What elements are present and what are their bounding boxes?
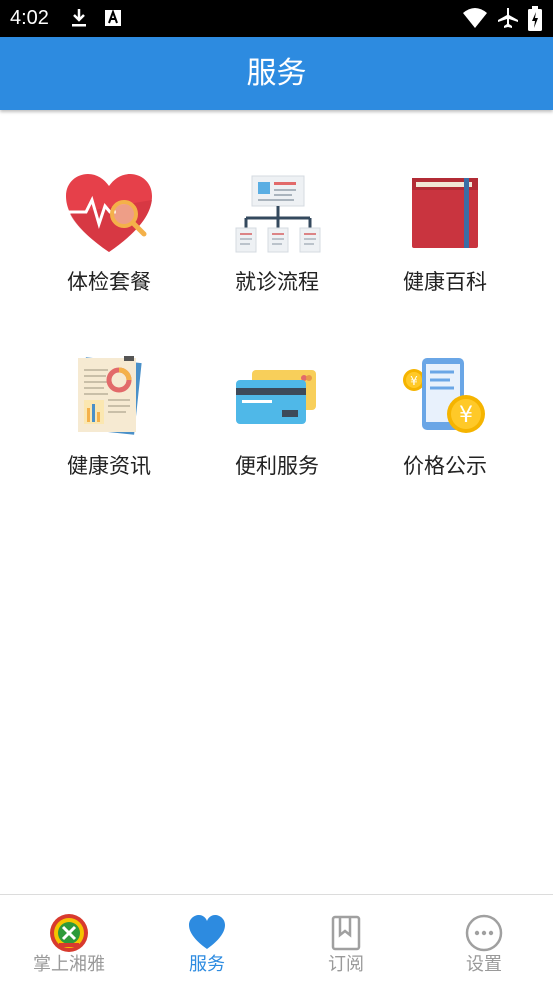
nav-label: 掌上湘雅 — [33, 954, 105, 975]
service-tile-convenience[interactable]: 便利服务 — [192, 354, 362, 504]
service-tile-price-notice[interactable]: ¥ ¥ 价格公示 — [360, 354, 530, 504]
nav-item-settings[interactable]: 设置 — [415, 895, 553, 985]
download-icon — [72, 9, 86, 27]
status-time: 4:02 — [10, 7, 49, 29]
battery-icon — [528, 6, 542, 31]
service-tile-health-news[interactable]: 健康资讯 — [24, 354, 194, 504]
more-dots-icon — [465, 914, 503, 952]
tile-label: 价格公示 — [403, 454, 487, 478]
tile-label: 便利服务 — [235, 454, 319, 478]
tile-label: 体检套餐 — [67, 270, 151, 294]
wifi-icon — [463, 8, 487, 28]
tile-label: 健康百科 — [403, 270, 487, 294]
flowchart-icon — [235, 175, 321, 253]
nav-item-subscribe[interactable]: 订阅 — [277, 895, 415, 985]
nav-label: 设置 — [466, 954, 502, 975]
bookmark-icon — [331, 915, 361, 951]
service-tile-health-encyclopedia[interactable]: 健康百科 — [360, 170, 530, 320]
status-bar: 4:02 — [0, 0, 553, 37]
service-tile-visit-process[interactable]: 就诊流程 — [192, 170, 362, 320]
heart-checkup-icon — [66, 174, 152, 252]
nav-item-home[interactable]: 掌上湘雅 — [0, 895, 138, 985]
phone-price-icon: ¥ ¥ — [403, 358, 485, 433]
heart-icon — [189, 915, 225, 949]
tile-label: 就诊流程 — [235, 270, 319, 294]
bank-card-icon — [236, 370, 316, 424]
bottom-nav: 掌上湘雅 服务 订阅 设置 — [0, 894, 553, 985]
text-a-icon — [105, 9, 121, 26]
book-icon — [412, 178, 478, 248]
nav-label: 订阅 — [328, 954, 364, 975]
app-bar: 服务 — [0, 37, 553, 110]
service-tile-physical-exam[interactable]: 体检套餐 — [24, 170, 194, 320]
report-document-icon — [78, 356, 142, 435]
tile-label: 健康资讯 — [67, 454, 151, 478]
svg-text:¥: ¥ — [459, 403, 473, 428]
airplane-icon — [498, 8, 518, 28]
page-title: 服务 — [246, 56, 307, 91]
svg-text:¥: ¥ — [410, 374, 418, 388]
nav-item-services[interactable]: 服务 — [138, 895, 276, 985]
xiangya-logo-icon — [50, 914, 88, 952]
nav-label: 服务 — [189, 954, 225, 975]
